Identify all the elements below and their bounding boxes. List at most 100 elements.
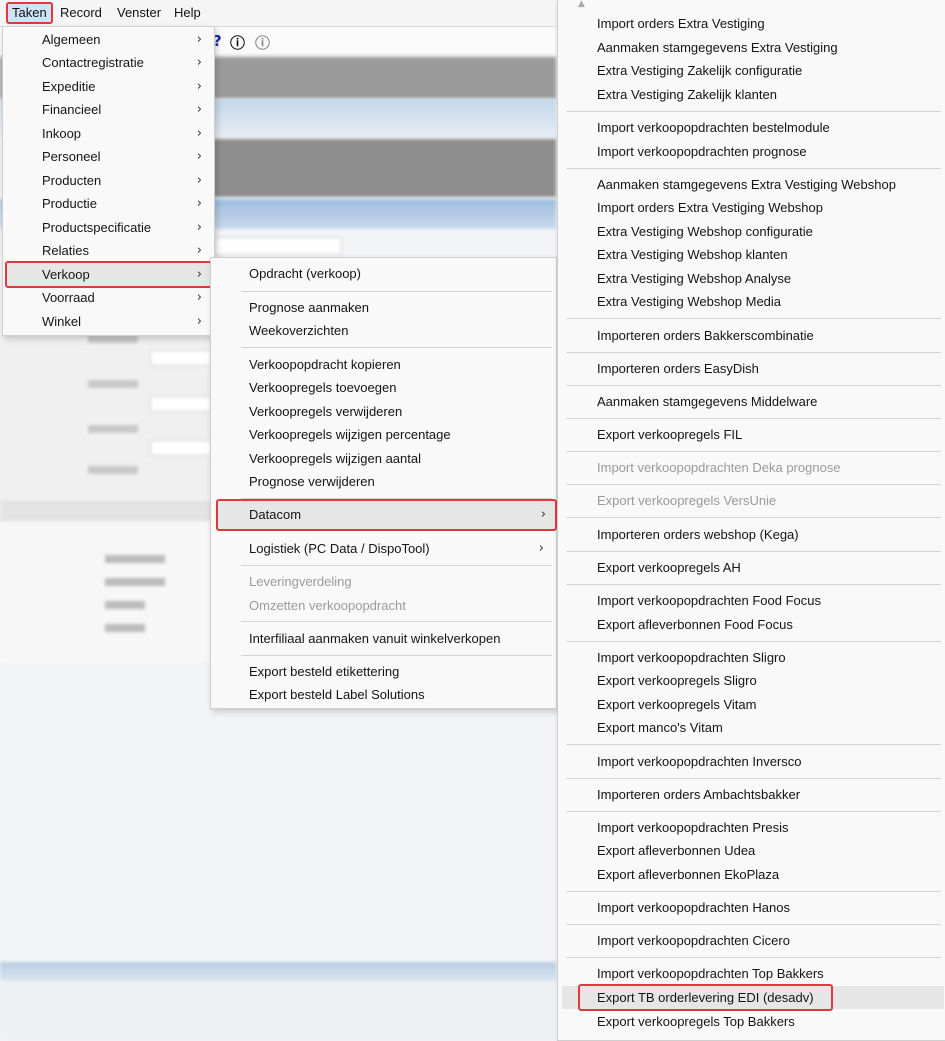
menu-item-verkoopopdracht-kopieren[interactable]: Verkoopopdracht kopieren: [211, 353, 556, 376]
chevron-right-icon: ›: [196, 196, 202, 211]
menu-item-export-verkoopregels-vitam[interactable]: Export verkoopregels Vitam: [558, 693, 945, 716]
menu-item-import-presis[interactable]: Import verkoopopdrachten Presis: [558, 816, 945, 839]
menu-item-export-verkoopregels-sligro[interactable]: Export verkoopregels Sligro: [558, 669, 945, 692]
menu-item-financieel[interactable]: Financieel ›: [3, 98, 214, 121]
menu-item-verkoopregels-wijzigen-percentage[interactable]: Verkoopregels wijzigen percentage: [211, 423, 556, 446]
menu-item-interfiliaal[interactable]: Interfiliaal aanmaken vanuit winkelverko…: [211, 627, 556, 650]
menu-separator: [566, 811, 941, 812]
menu-item-importeren-orders-ambachtsbakker[interactable]: Importeren orders Ambachtsbakker: [558, 783, 945, 806]
chevron-right-icon: ›: [538, 541, 544, 556]
background-label: [88, 425, 138, 433]
menu-item-webshop-klanten[interactable]: Extra Vestiging Webshop klanten: [558, 243, 945, 266]
menu-item-webshop-media[interactable]: Extra Vestiging Webshop Media: [558, 290, 945, 313]
menu-separator: [566, 385, 941, 386]
menu-item-import-sligro[interactable]: Import verkoopopdrachten Sligro: [558, 646, 945, 669]
menu-separator: [566, 451, 941, 452]
menu-item-extra-vestiging-zakelijk-klanten[interactable]: Extra Vestiging Zakelijk klanten: [558, 83, 945, 106]
menu-item-import-verkoopopdrachten-bestelmodule[interactable]: Import verkoopopdrachten bestelmodule: [558, 116, 945, 139]
menu-item-export-besteld-etikettering[interactable]: Export besteld etikettering: [211, 660, 556, 683]
menu-item-verkoopregels-verwijderen[interactable]: Verkoopregels verwijderen: [211, 400, 556, 423]
menu-item-import-inversco[interactable]: Import verkoopopdrachten Inversco: [558, 750, 945, 773]
menu-item-aanmaken-stamgegevens-middelware[interactable]: Aanmaken stamgegevens Middelware: [558, 390, 945, 413]
menu-item-import-orders-webshop[interactable]: Import orders Extra Vestiging Webshop: [558, 196, 945, 219]
menu-item-verkoopregels-toevoegen[interactable]: Verkoopregels toevoegen: [211, 376, 556, 399]
menu-item-productie[interactable]: Productie ›: [3, 192, 214, 215]
menu-separator: [566, 517, 941, 518]
background-field: [150, 440, 212, 456]
menu-item-personeel[interactable]: Personeel ›: [3, 145, 214, 168]
menu-item-import-top-bakkers[interactable]: Import verkoopopdrachten Top Bakkers: [558, 962, 945, 985]
menu-separator: [566, 418, 941, 419]
menu-taken[interactable]: Taken: [6, 2, 53, 24]
menu-separator: [241, 347, 552, 348]
chevron-right-icon: ›: [196, 173, 202, 188]
menu-separator: [566, 957, 941, 958]
menu-item-extra-vestiging-zakelijk-configuratie[interactable]: Extra Vestiging Zakelijk configuratie: [558, 59, 945, 82]
menu-item-prognose-aanmaken[interactable]: Prognose aanmaken: [211, 296, 556, 319]
menu-venster[interactable]: Venster: [113, 4, 165, 22]
menu-item-aanmaken-stamgegevens-extra-vestiging[interactable]: Aanmaken stamgegevens Extra Vestiging: [558, 36, 945, 59]
scroll-up-icon[interactable]: ▲: [578, 0, 585, 9]
menu-item-export-afleverbonnen-udea[interactable]: Export afleverbonnen Udea: [558, 839, 945, 862]
background-tabs: [0, 500, 214, 522]
menu-item-verkoopregels-wijzigen-aantal[interactable]: Verkoopregels wijzigen aantal: [211, 447, 556, 470]
menu-item-leveringverdeling: Leveringverdeling: [249, 574, 352, 589]
menu-item-algemeen[interactable]: Algemeen ›: [3, 28, 214, 51]
menu-item-weekoverzichten[interactable]: Weekoverzichten: [211, 319, 556, 342]
menu-item-export-afleverbonnen-ekoplaza[interactable]: Export afleverbonnen EkoPlaza: [558, 863, 945, 886]
menu-item-importeren-orders-easydish[interactable]: Importeren orders EasyDish: [558, 357, 945, 380]
menu-item-webshop-analyse[interactable]: Extra Vestiging Webshop Analyse: [558, 267, 945, 290]
menu-item-winkel[interactable]: Winkel ›: [3, 310, 214, 333]
chevron-right-icon: ›: [196, 32, 202, 47]
menu-item-import-verkoopopdrachten-prognose[interactable]: Import verkoopopdrachten prognose: [558, 140, 945, 163]
menu-item-aanmaken-stamgegevens-webshop[interactable]: Aanmaken stamgegevens Extra Vestiging We…: [558, 173, 945, 196]
menu-item-prognose-verwijderen[interactable]: Prognose verwijderen: [211, 470, 556, 493]
hint-icon[interactable]: ⓘ: [255, 32, 270, 53]
menu-item-inkoop[interactable]: Inkoop ›: [3, 122, 214, 145]
info-icon[interactable]: ⓘ: [230, 32, 245, 53]
menu-item-export-afleverbonnen-food-focus[interactable]: Export afleverbonnen Food Focus: [558, 613, 945, 636]
chevron-right-icon: ›: [196, 314, 202, 329]
menu-record[interactable]: Record: [56, 4, 106, 22]
menu-item-import-food-focus[interactable]: Import verkoopopdrachten Food Focus: [558, 589, 945, 612]
menu-item-productspecificatie[interactable]: Productspecificatie ›: [3, 216, 214, 239]
menu-separator: [566, 111, 941, 112]
menu-item-export-verkoopregels-ah[interactable]: Export verkoopregels AH: [558, 556, 945, 579]
menu-item-export-tb-orderlevering-edi[interactable]: Export TB orderlevering EDI (desadv): [562, 984, 944, 1011]
menu-item-import-hanos[interactable]: Import verkoopopdrachten Hanos: [558, 896, 945, 919]
menu-item-producten[interactable]: Producten ›: [3, 169, 214, 192]
menu-item-relaties[interactable]: Relaties ›: [3, 239, 214, 262]
menu-item-importeren-orders-webshop-kega[interactable]: Importeren orders webshop (Kega): [558, 523, 945, 546]
menu-separator: [241, 291, 552, 292]
menu-item-voorraad[interactable]: Voorraad ›: [3, 286, 214, 309]
menu-item-export-besteld-label-solutions[interactable]: Export besteld Label Solutions: [211, 683, 556, 706]
menu-item-datacom[interactable]: Datacom ›: [216, 499, 557, 531]
menu-item-export-mancos-vitam[interactable]: Export manco's Vitam: [558, 716, 945, 739]
menu-item-import-cicero[interactable]: Import verkoopopdrachten Cicero: [558, 929, 945, 952]
menu-separator: [566, 168, 941, 169]
menu-item-import-orders-extra-vestiging[interactable]: Import orders Extra Vestiging: [558, 12, 945, 35]
menu-item-expeditie[interactable]: Expeditie ›: [3, 75, 214, 98]
menu-item-export-verkoopregels-fil[interactable]: Export verkoopregels FIL: [558, 423, 945, 446]
background-field: [150, 396, 212, 412]
menu-separator: [566, 778, 941, 779]
background-label: [88, 335, 138, 343]
chevron-right-icon: ›: [196, 102, 202, 117]
menu-item-logistiek[interactable]: Logistiek (PC Data / DispoTool) ›: [211, 537, 556, 560]
menu-item-importeren-orders-bakkerscombinatie[interactable]: Importeren orders Bakkerscombinatie: [558, 324, 945, 347]
chevron-right-icon: ›: [540, 507, 546, 522]
chevron-right-icon: ›: [196, 126, 202, 141]
menu-item-omzetten-verkoopopdracht: Omzetten verkoopopdracht: [249, 598, 406, 613]
menu-item-contactregistratie[interactable]: Contactregistratie ›: [3, 51, 214, 74]
form-area: [200, 139, 556, 197]
menu-item-export-verkoopregels-top-bakkers[interactable]: Export verkoopregels Top Bakkers: [558, 1010, 945, 1033]
menu-item-verkoop[interactable]: Verkoop ›: [5, 261, 212, 288]
background-grid: [0, 522, 214, 662]
menu-separator: [566, 924, 941, 925]
menu-separator: [566, 891, 941, 892]
menu-item-opdracht-verkoop[interactable]: Opdracht (verkoop): [211, 262, 556, 285]
menu-help[interactable]: Help: [170, 4, 205, 22]
menu-item-webshop-configuratie[interactable]: Extra Vestiging Webshop configuratie: [558, 220, 945, 243]
chevron-right-icon: ›: [196, 220, 202, 235]
background-label: [105, 624, 145, 632]
